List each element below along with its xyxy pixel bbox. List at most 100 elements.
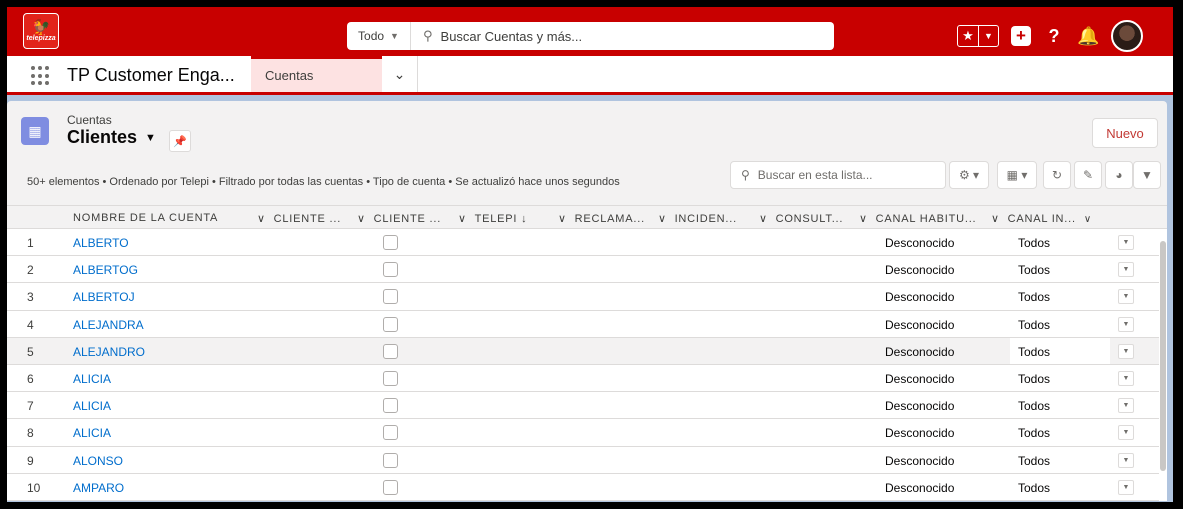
canal-habitual-value: Desconocido <box>885 236 955 250</box>
display-as-table-icon[interactable]: ▦ ▾ <box>997 161 1037 189</box>
chevron-down-icon[interactable]: ∨ <box>759 213 768 225</box>
chevron-down-icon: ▼ <box>145 131 156 144</box>
column-header-canal-habitual[interactable]: ∨ CANAL HABITU... <box>859 212 976 225</box>
chevron-down-icon[interactable]: ∨ <box>357 213 366 225</box>
avatar[interactable] <box>1111 20 1143 52</box>
column-header-telepi[interactable]: ∨ TELEPI ↓ <box>458 212 527 225</box>
account-name-link[interactable]: ALEJANDRO <box>73 345 145 359</box>
edit-pencil-icon[interactable]: ✎ <box>1074 161 1102 189</box>
column-label: CLIENTE ... <box>273 213 342 225</box>
chevron-down-icon[interactable]: ∨ <box>658 213 667 225</box>
row-number: 4 <box>27 317 34 332</box>
row-actions-dropdown-icon[interactable]: ▼ <box>1118 452 1134 468</box>
column-header-nombre[interactable]: NOMBRE DE LA CUENTA <box>73 212 218 224</box>
table-row: 10 AMPARO Desconocido Todos ▼ <box>7 474 1167 501</box>
favorites-dropdown-icon[interactable]: ▼ <box>978 26 998 46</box>
header-icons: ★ ▼ + ? 🔔 <box>957 20 1143 52</box>
table-row: 3 ALBERTOJ Desconocido Todos ▼ <box>7 283 1167 311</box>
account-object-icon: ▦ <box>21 117 49 145</box>
chevron-down-icon[interactable]: ∨ <box>458 213 467 225</box>
canal-in-value: Todos <box>1018 480 1051 495</box>
canal-habitual-value: Desconocido <box>885 453 955 468</box>
table-row: 5 ALEJANDRO Desconocido Todos ▼ <box>7 337 1167 365</box>
list-search-box[interactable]: ⚲ Buscar en esta lista... <box>730 161 946 189</box>
column-header-cliente-2[interactable]: ∨ CLIENTE ... <box>357 212 441 225</box>
scrollbar-thumb[interactable] <box>1160 241 1166 471</box>
new-button[interactable]: Nuevo <box>1092 118 1158 148</box>
column-header-canal-in[interactable]: ∨ CANAL IN... ∨ <box>991 212 1092 225</box>
chevron-down-icon: ▼ <box>390 31 399 41</box>
row-number: 8 <box>27 426 34 441</box>
column-header-cliente-1[interactable]: ∨ CLIENTE ... <box>257 212 341 225</box>
cliente-checkbox <box>383 262 398 278</box>
canal-habitual-value: Desconocido <box>885 344 955 359</box>
chevron-down-icon[interactable]: ∨ <box>859 213 868 225</box>
row-number: 10 <box>27 480 41 495</box>
chevron-down-icon[interactable]: ∨ <box>558 213 567 225</box>
account-name-link[interactable]: ALICIA <box>73 372 111 386</box>
column-label: CONSULT... <box>775 213 844 225</box>
chevron-down-icon[interactable]: ∨ <box>257 213 266 225</box>
app-launcher-icon[interactable] <box>31 66 51 86</box>
table-row: 2 ALBERTOG Desconocido Todos ▼ <box>7 256 1167 284</box>
account-name-link[interactable]: ALONSO <box>73 454 123 468</box>
row-actions-dropdown-icon[interactable]: ▼ <box>1118 289 1134 305</box>
pin-icon[interactable]: 📌 <box>169 130 191 152</box>
row-actions-dropdown-icon[interactable]: ▼ <box>1118 262 1134 278</box>
account-name-link[interactable]: ALBERTOJ <box>73 290 135 304</box>
row-number: 9 <box>27 453 34 468</box>
row-number: 7 <box>27 399 34 414</box>
rooster-icon: 🐓 <box>31 18 51 36</box>
column-label: TELEPI ↓ <box>474 213 528 225</box>
nav-more-chevron-icon[interactable]: ⌄ <box>382 56 418 92</box>
cliente-checkbox <box>383 370 398 386</box>
account-name-link[interactable]: ALICIA <box>73 399 111 413</box>
canal-habitual-value: Desconocido <box>885 263 955 278</box>
table-row: 6 ALICIA Desconocido Todos ▼ <box>7 365 1167 393</box>
table-row: 7 ALICIA Desconocido Todos ▼ <box>7 392 1167 420</box>
chevron-down-icon[interactable]: ∨ <box>1084 214 1092 225</box>
notifications-bell-icon[interactable]: 🔔 <box>1077 26 1099 47</box>
table-scrollbar[interactable] <box>1159 229 1167 501</box>
account-name-link[interactable]: ALBERTOG <box>73 263 138 277</box>
row-actions-dropdown-icon[interactable]: ▼ <box>1118 479 1134 495</box>
row-number: 5 <box>27 344 34 359</box>
row-actions-dropdown-icon[interactable]: ▼ <box>1118 343 1134 359</box>
account-name-link[interactable]: ALEJANDRA <box>73 318 144 332</box>
row-actions-dropdown-icon[interactable]: ▼ <box>1118 235 1134 250</box>
column-header-inciden[interactable]: ∨ INCIDEN... <box>658 212 737 225</box>
telepizza-logo[interactable]: 🐓 telepizza <box>23 13 59 49</box>
tab-cuentas[interactable]: Cuentas <box>251 56 382 92</box>
list-view-selector[interactable]: Clientes ▼ <box>67 127 156 148</box>
global-actions-plus-icon[interactable]: + <box>1011 26 1031 46</box>
cliente-checkbox <box>383 479 398 495</box>
row-actions-dropdown-icon[interactable]: ▼ <box>1118 316 1134 332</box>
column-label: CLIENTE ... <box>373 213 442 225</box>
favorites-star-icon[interactable]: ★ <box>958 26 978 46</box>
row-actions-dropdown-icon[interactable]: ▼ <box>1118 370 1134 386</box>
account-name-link[interactable]: AMPARO <box>73 481 124 495</box>
row-actions-dropdown-icon[interactable]: ▼ <box>1118 425 1134 441</box>
refresh-icon[interactable]: ↻ <box>1043 161 1071 189</box>
table-row: 9 ALONSO Desconocido Todos ▼ <box>7 447 1167 474</box>
cliente-checkbox <box>383 343 398 359</box>
table-row: 4 ALEJANDRA Desconocido Todos ▼ <box>7 311 1167 338</box>
account-name-link[interactable]: ALICIA <box>73 426 111 440</box>
canal-in-value: Todos <box>1018 344 1051 359</box>
global-search-input[interactable] <box>440 28 801 44</box>
row-actions-dropdown-icon[interactable]: ▼ <box>1118 398 1134 414</box>
account-name-link[interactable]: ALBERTO <box>73 236 129 250</box>
chevron-down-icon[interactable]: ∨ <box>991 213 1000 225</box>
charts-icon[interactable]: ◕ <box>1105 161 1133 189</box>
app-window: 🐓 telepizza Todo ▼ ⚲ ★ ▼ + ? 🔔 TP Cust <box>0 0 1183 509</box>
filter-icon[interactable]: ▼ <box>1133 161 1161 189</box>
list-settings-gear-icon[interactable]: ⚙ ▾ <box>949 161 989 189</box>
global-header: 🐓 telepizza Todo ▼ ⚲ ★ ▼ + ? 🔔 <box>7 7 1173 56</box>
cliente-checkbox <box>383 398 398 414</box>
list-search-placeholder: Buscar en esta lista... <box>757 168 873 182</box>
app-name: TP Customer Enga... <box>67 65 235 85</box>
help-icon[interactable]: ? <box>1043 26 1065 47</box>
column-header-reclama[interactable]: ∨ RECLAMA... <box>558 212 645 225</box>
column-header-consult[interactable]: ∨ CONSULT... <box>759 212 843 225</box>
search-scope-dropdown[interactable]: Todo ▼ <box>347 22 411 50</box>
